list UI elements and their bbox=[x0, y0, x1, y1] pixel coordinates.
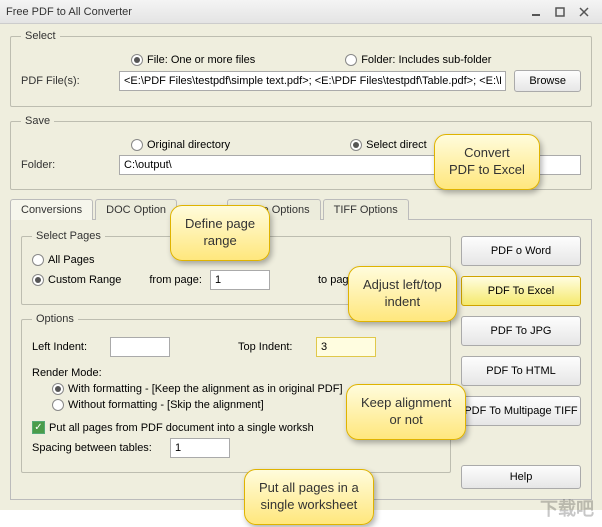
tab-body: Select Pages All Pages Custom Range from… bbox=[10, 220, 592, 500]
render-mode-label: Render Mode: bbox=[32, 367, 102, 379]
maximize-button[interactable] bbox=[548, 3, 572, 21]
left-indent-label: Left Indent: bbox=[32, 341, 102, 353]
custom-range-radio[interactable]: Custom Range bbox=[32, 274, 121, 286]
options-legend: Options bbox=[32, 313, 78, 325]
titlebar: Free PDF to All Converter bbox=[0, 0, 602, 24]
tab-conversions[interactable]: Conversions bbox=[10, 199, 93, 220]
from-page-label: from page: bbox=[149, 274, 202, 286]
select-pages-legend: Select Pages bbox=[32, 230, 105, 242]
spacing-input[interactable] bbox=[170, 438, 230, 458]
left-indent-input[interactable] bbox=[110, 337, 170, 357]
file-radio[interactable]: File: One or more files bbox=[131, 54, 255, 66]
spacing-label: Spacing between tables: bbox=[32, 442, 162, 454]
top-indent-label: Top Indent: bbox=[238, 341, 308, 353]
callout-indent: Adjust left/top indent bbox=[348, 266, 457, 322]
custom-range-label: Custom Range bbox=[48, 274, 121, 286]
put-all-checkbox[interactable]: ✓Put all pages from PDF document into a … bbox=[32, 421, 314, 434]
select-dir-radio[interactable]: Select direct bbox=[350, 139, 427, 151]
folder-radio-label: Folder: Includes sub-folder bbox=[361, 54, 491, 66]
no-fmt-label: Without formatting - [Skip the alignment… bbox=[68, 399, 264, 411]
select-dir-label: Select direct bbox=[366, 139, 427, 151]
orig-dir-radio[interactable]: Original directory bbox=[131, 139, 230, 151]
all-pages-label: All Pages bbox=[48, 254, 94, 266]
callout-alignment: Keep alignment or not bbox=[346, 384, 466, 440]
pdf-to-jpg-button[interactable]: PDF To JPG bbox=[461, 316, 581, 346]
close-button[interactable] bbox=[572, 3, 596, 21]
pdf-to-excel-button[interactable]: PDF To Excel bbox=[461, 276, 581, 306]
with-fmt-radio[interactable]: With formatting - [Keep the alignment as… bbox=[52, 383, 343, 395]
tab-doc-options[interactable]: DOC Option bbox=[95, 199, 177, 220]
window-title: Free PDF to All Converter bbox=[6, 6, 524, 18]
callout-worksheet: Put all pages in a single worksheet bbox=[244, 469, 374, 525]
folder-radio[interactable]: Folder: Includes sub-folder bbox=[345, 54, 491, 66]
folder-label: Folder: bbox=[21, 159, 111, 171]
right-column: PDF o Word PDF To Excel PDF To JPG PDF T… bbox=[461, 230, 581, 489]
all-pages-radio[interactable]: All Pages bbox=[32, 254, 94, 266]
file-radio-label: File: One or more files bbox=[147, 54, 255, 66]
pdf-to-tiff-button[interactable]: PDF To Multipage TIFF bbox=[461, 396, 581, 426]
put-all-label: Put all pages from PDF document into a s… bbox=[49, 422, 314, 434]
callout-convert-excel: Convert PDF to Excel bbox=[434, 134, 540, 190]
tab-tiff-options[interactable]: TIFF Options bbox=[323, 199, 409, 220]
pdf-files-label: PDF File(s): bbox=[21, 75, 111, 87]
save-legend: Save bbox=[21, 115, 54, 127]
main-panel: Select File: One or more files Folder: I… bbox=[0, 24, 602, 510]
browse-button[interactable]: Browse bbox=[514, 70, 581, 92]
pdf-files-input[interactable] bbox=[119, 71, 506, 91]
no-fmt-radio[interactable]: Without formatting - [Skip the alignment… bbox=[52, 399, 264, 411]
from-page-input[interactable] bbox=[210, 270, 270, 290]
to-page-label: to pag bbox=[318, 274, 349, 286]
minimize-button[interactable] bbox=[524, 3, 548, 21]
pdf-to-html-button[interactable]: PDF To HTML bbox=[461, 356, 581, 386]
callout-page-range: Define page range bbox=[170, 205, 270, 261]
select-legend: Select bbox=[21, 30, 60, 42]
select-group: Select File: One or more files Folder: I… bbox=[10, 30, 592, 107]
with-fmt-label: With formatting - [Keep the alignment as… bbox=[68, 383, 343, 395]
tabs: Conversions DOC Option Image Options TIF… bbox=[10, 198, 592, 220]
orig-dir-label: Original directory bbox=[147, 139, 230, 151]
top-indent-input[interactable] bbox=[316, 337, 376, 357]
pdf-to-word-button[interactable]: PDF o Word bbox=[461, 236, 581, 266]
help-button[interactable]: Help bbox=[461, 465, 581, 489]
